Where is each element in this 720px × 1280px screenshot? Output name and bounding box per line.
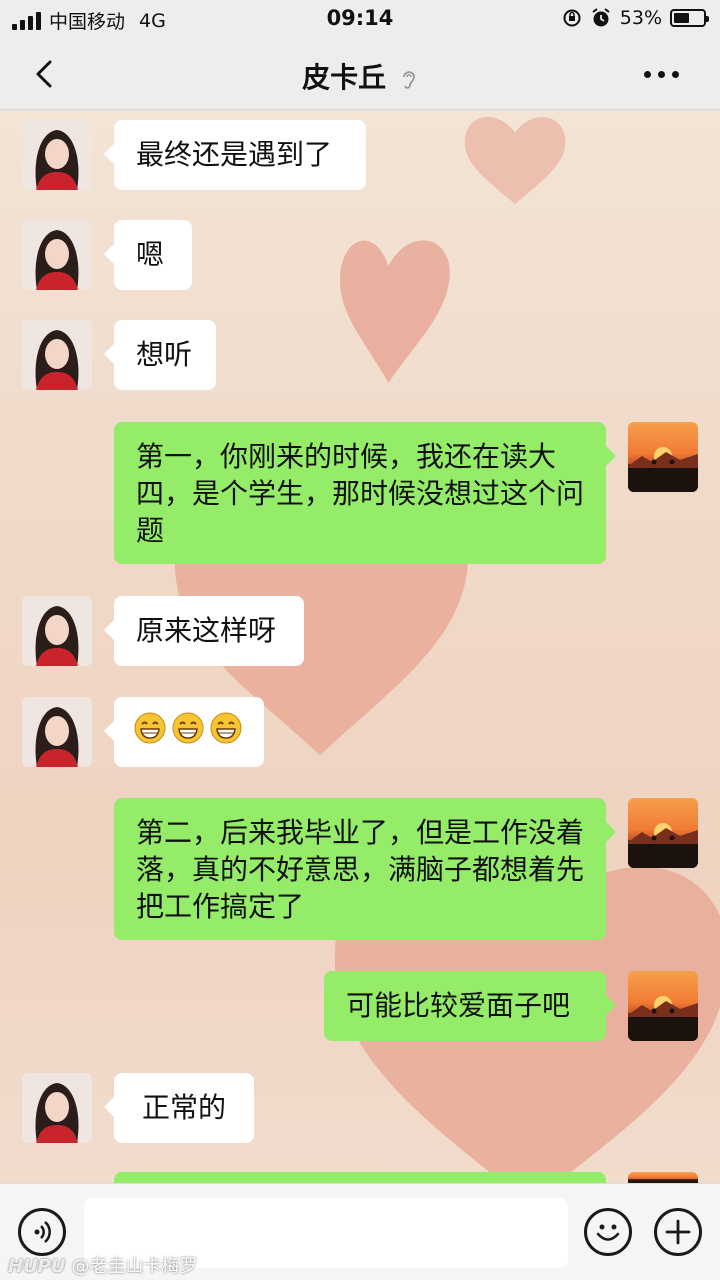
ear-icon — [402, 71, 415, 89]
watermark: HUPU @老圭山卡梅罗 — [8, 1252, 198, 1278]
grin-emoji-icon — [172, 712, 204, 744]
contact-avatar[interactable] — [22, 120, 92, 190]
watermark-text: @老圭山卡梅罗 — [71, 1256, 198, 1277]
chat-title: 皮卡丘 — [0, 56, 720, 96]
contact-avatar[interactable] — [22, 220, 92, 290]
wallpaper-heart-medium — [340, 240, 450, 383]
alarm-icon — [592, 8, 610, 27]
emoji-row — [134, 712, 244, 744]
message-bubble-received[interactable]: 原来这样呀 — [104, 596, 304, 666]
chat-header: 皮卡丘 — [0, 38, 720, 110]
grin-emoji-icon — [210, 712, 242, 744]
contact-avatar[interactable] — [22, 697, 92, 767]
battery-percent: 53% — [619, 7, 662, 29]
message-bubble-received[interactable]: 😁😁😁 — [104, 697, 264, 767]
contact-avatar[interactable] — [22, 1073, 92, 1143]
my-avatar[interactable] — [628, 798, 698, 868]
grin-emoji-icon — [134, 712, 166, 744]
watermark-brand: HUPU — [8, 1256, 66, 1277]
status-bar: 中国移动 4G 09:14 53% — [0, 0, 720, 38]
voice-icon[interactable] — [18, 1208, 66, 1256]
message-bubble-received[interactable]: 想听 — [104, 320, 216, 390]
my-avatar[interactable] — [628, 422, 698, 492]
more-dots-icon[interactable] — [644, 60, 684, 88]
rotation-lock-icon — [563, 9, 581, 27]
my-avatar[interactable] — [628, 971, 698, 1041]
message-bubble-sent[interactable]: 第二，后来我毕业了，但是工作没着落，真的不好意思，满脑子都想着先把工作搞定了 — [114, 798, 616, 940]
message-bubble-received[interactable]: 最终还是遇到了 — [104, 120, 366, 190]
message-bubble-received[interactable]: 嗯 — [104, 220, 192, 290]
wallpaper-heart-small — [464, 117, 566, 204]
message-bubble-sent[interactable]: 第一，你刚来的时候，我还在读大四，是个学生，那时候没想过这个问题 — [114, 422, 616, 564]
contact-avatar[interactable] — [22, 320, 92, 390]
emoji-icon[interactable] — [584, 1208, 632, 1256]
message-bubble-sent[interactable]: 可能比较爱面子吧 — [324, 971, 616, 1041]
contact-avatar[interactable] — [22, 596, 92, 666]
contact-name: 皮卡丘 — [302, 61, 387, 94]
battery-icon — [670, 9, 709, 27]
plus-icon[interactable] — [654, 1208, 702, 1256]
message-bubble-received[interactable]: 正常的 — [104, 1073, 254, 1143]
